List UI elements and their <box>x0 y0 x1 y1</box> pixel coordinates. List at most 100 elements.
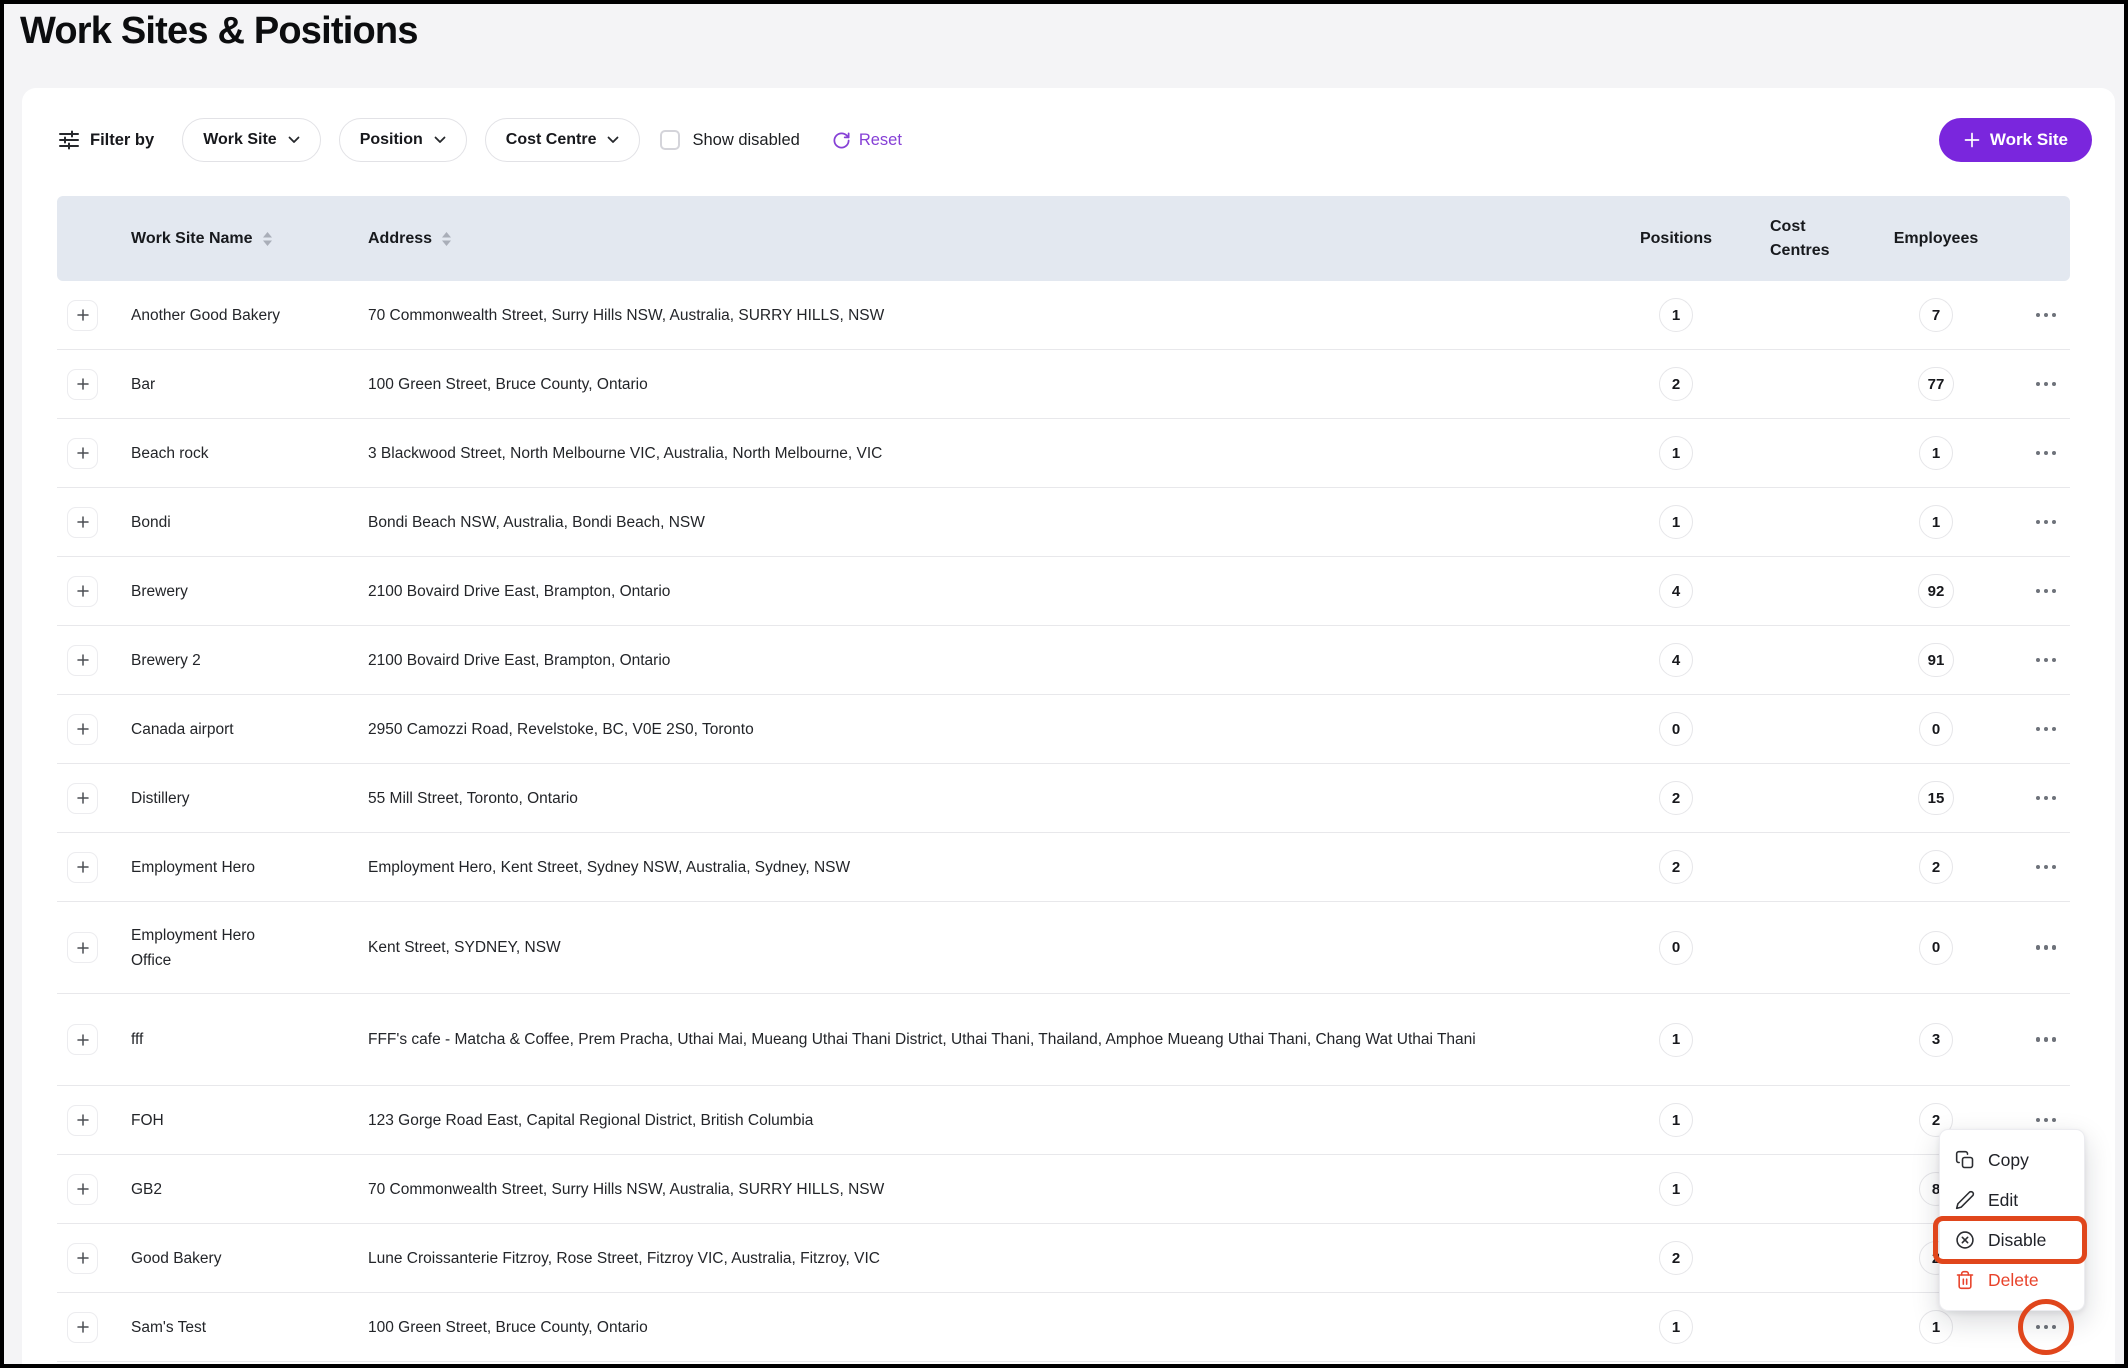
sort-icon[interactable] <box>262 231 273 247</box>
expand-row-button[interactable] <box>67 1105 98 1136</box>
row-actions-button[interactable] <box>2030 859 2063 876</box>
worksite-address: 100 Green Street, Bruce County, Ontario <box>361 372 1611 397</box>
column-header-work-site-name[interactable]: Work Site Name <box>121 230 361 248</box>
menu-item-edit[interactable]: Edit <box>1940 1180 2084 1220</box>
chevron-down-icon <box>434 136 446 144</box>
expand-cell <box>57 300 121 331</box>
filter-by-label: Filter by <box>58 130 154 150</box>
worksite-name: Beach rock <box>121 441 361 466</box>
ellipsis-icon <box>2036 1325 2041 1330</box>
worksite-name: fff <box>121 1027 361 1052</box>
row-actions-button[interactable] <box>2030 514 2063 531</box>
positions-cell: 2 <box>1611 367 1741 401</box>
row-actions-button[interactable] <box>2030 376 2063 393</box>
expand-row-button[interactable] <box>67 932 98 963</box>
positions-count-badge: 4 <box>1659 643 1693 677</box>
ellipsis-icon <box>2036 865 2041 870</box>
employees-cell: 7 <box>1871 298 2001 332</box>
positions-cell: 4 <box>1611 574 1741 608</box>
worksite-name: Good Bakery <box>121 1246 361 1271</box>
chevron-down-icon <box>607 136 619 144</box>
row-actions-button[interactable] <box>2030 790 2063 807</box>
positions-count-badge: 1 <box>1659 1023 1693 1057</box>
row-actions-button[interactable] <box>2030 1319 2063 1336</box>
table-row: Beach rock 3 Blackwood Street, North Mel… <box>57 419 2070 488</box>
expand-row-button[interactable] <box>67 507 98 538</box>
filter-cost-centre-dropdown[interactable]: Cost Centre <box>485 118 641 162</box>
actions-cell <box>2001 721 2070 738</box>
positions-count-badge: 1 <box>1659 436 1693 470</box>
table-row: Another Good Bakery 70 Commonwealth Stre… <box>57 281 2070 350</box>
expand-row-button[interactable] <box>67 300 98 331</box>
employees-cell: 1 <box>1871 505 2001 539</box>
ellipsis-icon <box>2036 589 2041 594</box>
worksite-address: 3 Blackwood Street, North Melbourne VIC,… <box>361 441 1611 466</box>
expand-row-button[interactable] <box>67 1312 98 1343</box>
positions-cell: 1 <box>1611 1310 1741 1344</box>
row-actions-button[interactable] <box>2030 445 2063 462</box>
positions-count-badge: 2 <box>1659 850 1693 884</box>
expand-row-button[interactable] <box>67 783 98 814</box>
add-work-site-button[interactable]: Work Site <box>1939 118 2092 162</box>
expand-row-button[interactable] <box>67 576 98 607</box>
employees-cell: 92 <box>1871 574 2001 608</box>
expand-row-button[interactable] <box>67 369 98 400</box>
table-row: Good Bakery Lune Croissanterie Fitzroy, … <box>57 1224 2070 1293</box>
pencil-icon <box>1955 1190 1975 1210</box>
menu-item-disable[interactable]: Disable <box>1940 1220 2084 1260</box>
expand-cell <box>57 1174 121 1205</box>
ellipsis-icon <box>2036 796 2041 801</box>
show-disabled-checkbox[interactable] <box>660 130 680 150</box>
employees-cell: 91 <box>1871 643 2001 677</box>
worksite-address: 2100 Bovaird Drive East, Brampton, Ontar… <box>361 579 1611 604</box>
employees-cell: 1 <box>1871 436 2001 470</box>
expand-cell <box>57 1312 121 1343</box>
row-actions-button[interactable] <box>2030 583 2063 600</box>
positions-cell: 1 <box>1611 436 1741 470</box>
expand-row-button[interactable] <box>67 1174 98 1205</box>
menu-item-delete[interactable]: Delete <box>1940 1260 2084 1300</box>
actions-cell <box>2001 1112 2070 1129</box>
row-actions-button[interactable] <box>2030 1031 2063 1048</box>
table-row: Bar 100 Green Street, Bruce County, Onta… <box>57 350 2070 419</box>
table-row: Brewery 2 2100 Bovaird Drive East, Bramp… <box>57 626 2070 695</box>
worksite-address: Kent Street, SYDNEY, NSW <box>361 935 1611 960</box>
sort-icon[interactable] <box>441 231 452 247</box>
worksite-name: FOH <box>121 1108 361 1133</box>
expand-row-button[interactable] <box>67 645 98 676</box>
expand-row-button[interactable] <box>67 714 98 745</box>
column-header-address[interactable]: Address <box>361 230 1611 248</box>
filter-work-site-dropdown[interactable]: Work Site <box>182 118 321 162</box>
circle-cross-icon <box>1955 1230 1975 1250</box>
expand-row-button[interactable] <box>67 1024 98 1055</box>
actions-cell <box>2001 1031 2070 1048</box>
table-row: GB2 70 Commonwealth Street, Surry Hills … <box>57 1155 2070 1224</box>
positions-count-badge: 1 <box>1659 1172 1693 1206</box>
expand-cell <box>57 783 121 814</box>
worksite-address: 2950 Camozzi Road, Revelstoke, BC, V0E 2… <box>361 717 1611 742</box>
positions-count-badge: 1 <box>1659 1103 1693 1137</box>
actions-cell <box>2001 652 2070 669</box>
expand-row-button[interactable] <box>67 1243 98 1274</box>
reset-filters-button[interactable]: Reset <box>826 130 908 151</box>
row-actions-button[interactable] <box>2030 721 2063 738</box>
worksite-address: 123 Gorge Road East, Capital Regional Di… <box>361 1108 1611 1133</box>
chevron-down-icon <box>288 136 300 144</box>
ellipsis-icon <box>2036 727 2041 732</box>
employees-count-badge: 2 <box>1919 850 1953 884</box>
positions-count-badge: 2 <box>1659 781 1693 815</box>
actions-cell <box>2001 514 2070 531</box>
row-actions-button[interactable] <box>2030 939 2063 956</box>
table-row: Sam's Test 100 Green Street, Bruce Count… <box>57 1293 2070 1362</box>
trash-icon <box>1955 1270 1975 1290</box>
row-actions-button[interactable] <box>2030 1112 2063 1129</box>
expand-row-button[interactable] <box>67 852 98 883</box>
filter-position-dropdown[interactable]: Position <box>339 118 467 162</box>
ellipsis-icon <box>2036 382 2041 387</box>
positions-count-badge: 2 <box>1659 1241 1693 1275</box>
menu-item-copy[interactable]: Copy <box>1940 1140 2084 1180</box>
row-actions-button[interactable] <box>2030 307 2063 324</box>
row-actions-button[interactable] <box>2030 652 2063 669</box>
actions-cell <box>2001 445 2070 462</box>
expand-row-button[interactable] <box>67 438 98 469</box>
